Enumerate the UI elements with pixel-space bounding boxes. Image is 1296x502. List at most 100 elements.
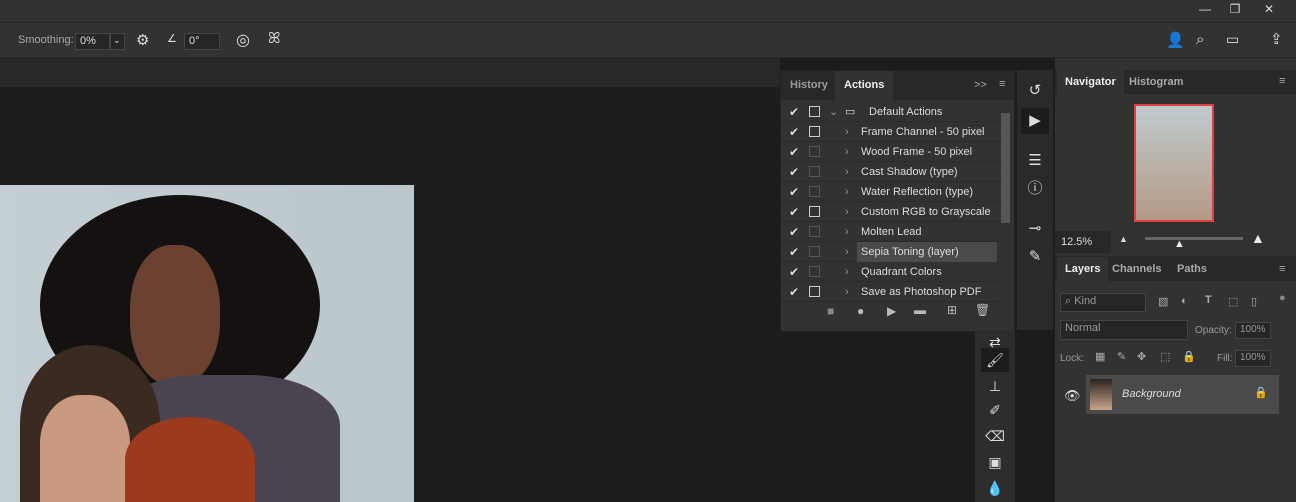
check-icon[interactable]: ✔ [789,202,799,222]
smoothing-input[interactable]: 0% [75,33,110,50]
zoom-out-icon[interactable]: ▲ [1119,234,1128,244]
zoom-in-icon[interactable]: ▲ [1251,230,1265,246]
pressure-icon[interactable]: ◎ [236,30,250,50]
navigator-preview[interactable] [1134,104,1214,222]
opacity-input[interactable]: 100% [1235,322,1271,339]
dialog-toggle-icon[interactable] [809,226,820,237]
angle-input[interactable]: 0° [184,33,220,50]
type-filter-icon[interactable]: T [1205,294,1212,306]
gradient-tool-icon[interactable]: ▣ [981,450,1009,474]
layer-row[interactable]: Background 🔒 [1086,375,1279,414]
action-row[interactable]: ✔ ⌄ ▭ Default Actions [781,102,1001,122]
folder-icon[interactable]: ▬ [914,303,926,317]
collapse-icon[interactable]: >> [974,79,987,91]
tab-histogram[interactable]: Histogram [1121,70,1191,94]
zoom-slider[interactable] [1145,237,1243,240]
blur-tool-icon[interactable]: 💧 [981,476,1009,500]
record-icon[interactable]: ● [857,304,864,318]
action-row[interactable]: ✔ › Frame Channel - 50 pixel [781,122,1001,142]
action-row[interactable]: ✔ › Quadrant Colors [781,262,1001,282]
action-row[interactable]: ✔ › Cast Shadow (type) [781,162,1001,182]
smoothing-dropdown[interactable]: ⌄ [110,33,125,50]
blend-mode-select[interactable]: Normal [1060,320,1188,340]
check-icon[interactable]: ✔ [789,182,799,202]
brush-settings-icon[interactable]: ⊸ [1021,216,1049,242]
actions-play-icon[interactable]: ▶ [1021,108,1049,134]
chevron-right-icon[interactable]: › [845,262,849,282]
lock-paint-icon[interactable]: ✎ [1117,350,1126,363]
chevron-right-icon[interactable]: › [845,222,849,242]
panel-menu-icon[interactable]: ≡ [1279,263,1285,275]
dialog-toggle-icon[interactable] [809,286,820,297]
restore-button[interactable]: ❐ [1220,0,1250,20]
check-icon[interactable]: ✔ [789,262,799,282]
action-row[interactable]: ✔ › Water Reflection (type) [781,182,1001,202]
eraser-tool-icon[interactable]: ⌫ [981,424,1009,448]
lock-position-icon[interactable]: ✥ [1137,350,1146,363]
share-user-icon[interactable]: 👤 [1166,31,1185,49]
history-brush-icon[interactable]: ✐ [981,398,1009,422]
tab-history[interactable]: History [781,71,837,100]
adjustments-icon[interactable]: ☰ [1021,148,1049,174]
chevron-right-icon[interactable]: › [845,122,849,142]
export-icon[interactable]: ⇪ [1270,30,1283,48]
stop-icon[interactable]: ■ [827,304,834,318]
action-row[interactable]: ✔ › Molten Lead [781,222,1001,242]
dialog-toggle-icon[interactable] [809,266,820,277]
lock-pixels-icon[interactable]: ▦ [1095,350,1105,363]
new-action-icon[interactable]: ⊞ [947,303,957,317]
workspace-icon[interactable]: ▭ [1226,31,1239,48]
lock-artboard-icon[interactable]: ⬚ [1160,350,1170,363]
filter-toggle[interactable]: ● [1279,292,1286,304]
dialog-toggle-icon[interactable] [809,146,820,157]
check-icon[interactable]: ✔ [789,162,799,182]
dialog-toggle-icon[interactable] [809,126,820,137]
tab-layers[interactable]: Layers [1057,257,1109,281]
adjustment-filter-icon[interactable]: ◐ [1181,295,1188,307]
shape-filter-icon[interactable]: ⬚ [1228,295,1238,308]
chevron-right-icon[interactable]: › [845,202,849,222]
brushes-icon[interactable]: ✎ [1021,244,1049,270]
chevron-right-icon[interactable]: › [845,242,849,262]
chevron-right-icon[interactable]: › [845,162,849,182]
dialog-toggle-icon[interactable] [809,246,820,257]
visibility-eye-icon[interactable]: 👁 [1064,388,1081,404]
dialog-toggle-icon[interactable] [809,106,820,117]
stamp-tool-icon[interactable]: ⊥ [981,374,1009,398]
check-icon[interactable]: ✔ [789,282,799,302]
dialog-toggle-icon[interactable] [809,166,820,177]
info-icon[interactable]: ⓘ [1021,176,1049,202]
chevron-right-icon[interactable]: › [845,282,849,302]
chevron-right-icon[interactable]: › [845,142,849,162]
trash-icon[interactable]: 🗑 [975,303,990,317]
pixel-filter-icon[interactable]: ▧ [1158,295,1168,308]
gear-icon[interactable]: ⚙ [136,31,149,49]
search-icon[interactable]: ⌕ [1196,31,1204,48]
lock-all-icon[interactable]: 🔒 [1182,350,1196,363]
panel-menu-icon[interactable]: ≡ [1279,75,1285,87]
check-icon[interactable]: ✔ [789,142,799,162]
action-row[interactable]: ✔ › Custom RGB to Grayscale [781,202,1001,222]
panel-menu-icon[interactable]: ≡ [999,78,1005,90]
play-icon[interactable]: ▶ [887,304,896,318]
tab-paths[interactable]: Paths [1169,257,1215,281]
smart-object-filter-icon[interactable]: ▯ [1251,295,1257,308]
check-icon[interactable]: ✔ [789,242,799,262]
tab-navigator[interactable]: Navigator [1057,70,1124,94]
close-button[interactable]: ✕ [1254,0,1284,20]
check-icon[interactable]: ✔ [789,102,799,122]
chevron-down-icon[interactable]: ⌄ [829,102,838,122]
history-icon[interactable]: ↺ [1021,78,1049,104]
check-icon[interactable]: ✔ [789,222,799,242]
chevron-right-icon[interactable]: › [845,182,849,202]
action-row[interactable]: ✔ › Wood Frame - 50 pixel [781,142,1001,162]
action-row[interactable]: ✔ › Sepia Toning (layer) [781,242,1001,262]
dialog-toggle-icon[interactable] [809,186,820,197]
symmetry-icon[interactable]: ꕤ [268,30,280,47]
layer-name[interactable]: Background [1122,388,1181,400]
brush-tool-icon[interactable]: 🖌 [981,348,1009,372]
check-icon[interactable]: ✔ [789,122,799,142]
tab-channels[interactable]: Channels [1104,257,1170,281]
minimize-button[interactable]: — [1190,0,1220,20]
zoom-slider-handle[interactable]: ▲ [1174,238,1185,250]
